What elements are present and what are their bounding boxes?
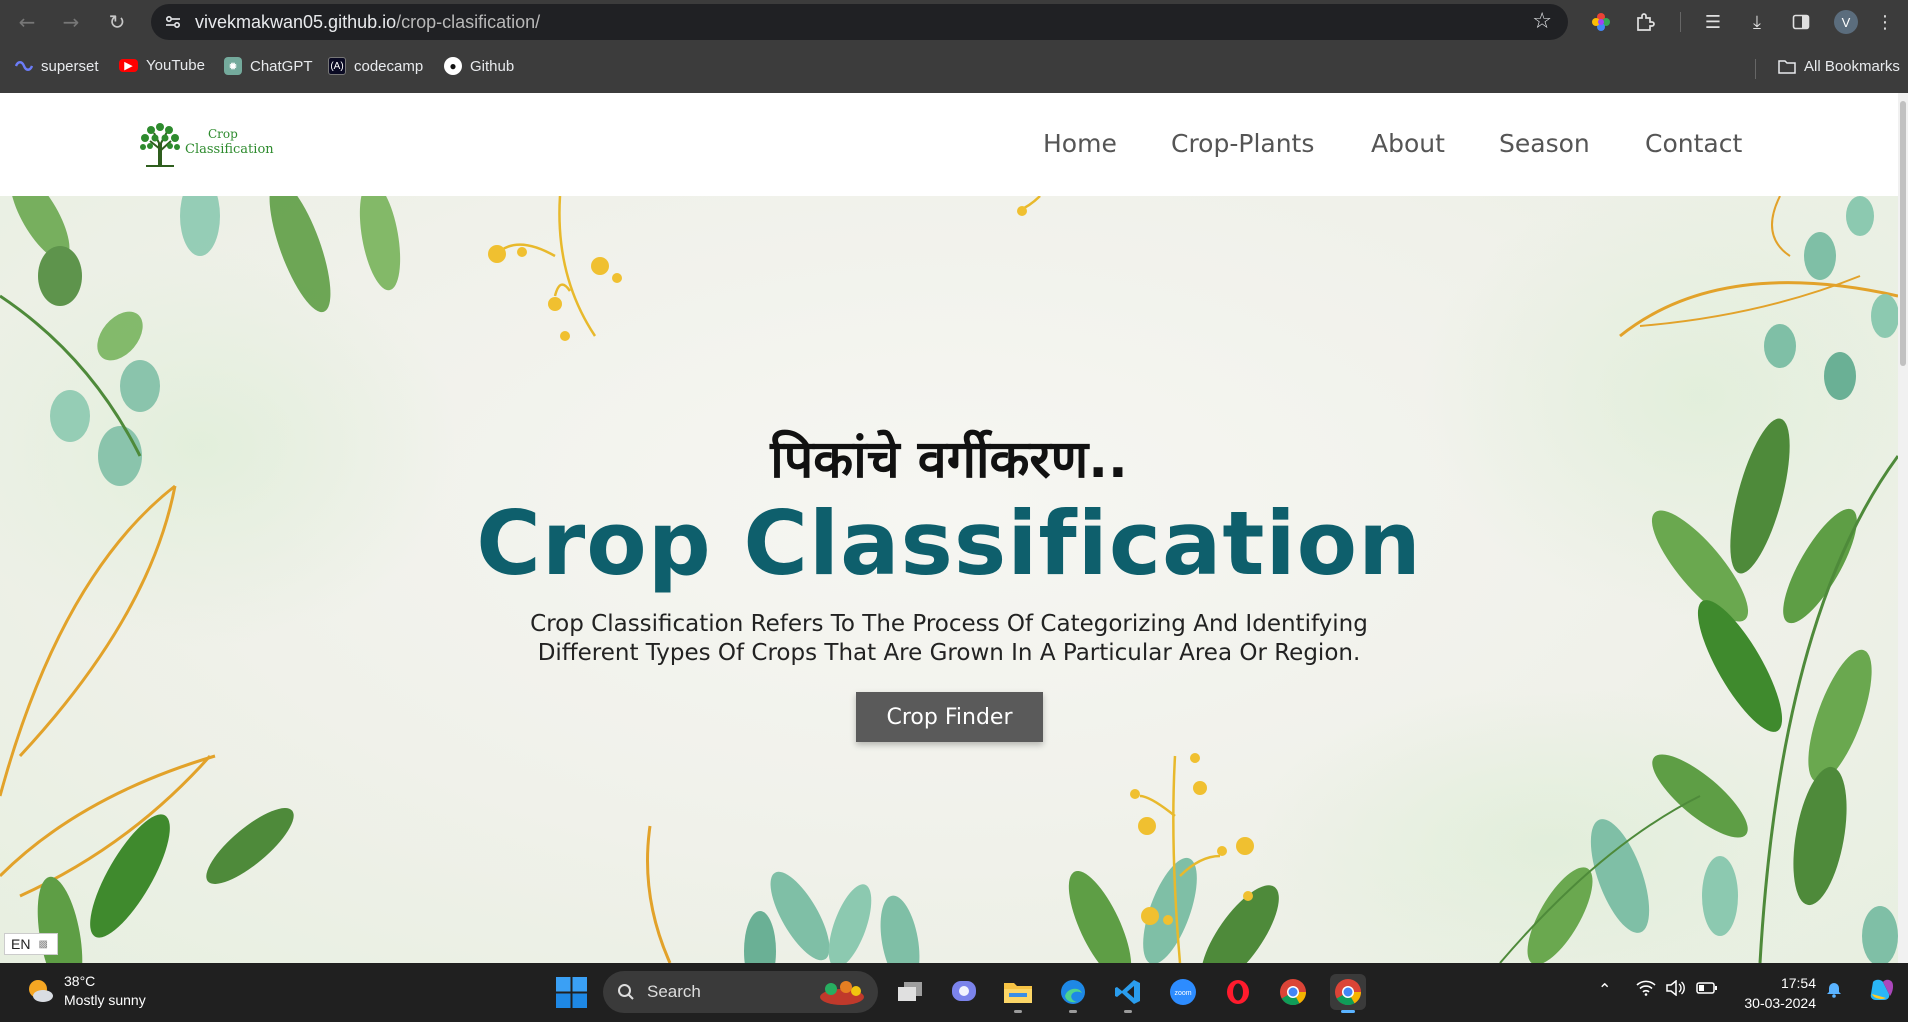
copilot-icon[interactable] <box>1868 976 1896 1008</box>
nav-season[interactable]: Season <box>1499 129 1590 158</box>
running-indicator <box>1069 1010 1077 1013</box>
nav-crop-plants[interactable]: Crop-Plants <box>1171 129 1314 158</box>
vscode-icon[interactable] <box>1110 974 1146 1013</box>
hero-description-line2: Different Types Of Crops That Are Grown … <box>537 640 1361 666</box>
site-info-icon[interactable] <box>161 10 185 34</box>
menu-kebab-icon[interactable]: ⋮ <box>1870 7 1900 37</box>
all-bookmarks-label: All Bookmarks <box>1804 57 1900 75</box>
clock-time: 17:54 <box>1780 975 1816 991</box>
bookmark-codecamp[interactable]: (A) codecamp <box>328 57 423 75</box>
web-page: Crop Classification Home Crop-Plants Abo… <box>0 93 1898 963</box>
windows-start-icon[interactable] <box>556 977 587 1008</box>
sunny-weather-icon <box>24 975 56 1007</box>
opera-icon[interactable] <box>1220 974 1256 1010</box>
bookmarks-separator <box>1755 59 1756 79</box>
chrome-active-icon[interactable] <box>1330 974 1366 1013</box>
download-icon[interactable]: ⤓ <box>1742 7 1772 37</box>
back-arrow-icon[interactable]: ← <box>12 7 42 37</box>
weather-temperature: 38°C <box>64 973 96 989</box>
keyboard-icon: ▩ <box>38 938 48 950</box>
reload-icon[interactable]: ↻ <box>102 7 132 37</box>
search-highlight-icon <box>820 981 864 1005</box>
toolbar-separator <box>1680 12 1681 32</box>
page-scrollbar[interactable] <box>1898 93 1908 963</box>
bookmark-superset[interactable]: superset <box>15 57 99 75</box>
media-queue-icon[interactable]: ☰ <box>1698 7 1728 37</box>
github-icon: ● <box>444 57 462 75</box>
bookmark-label: ChatGPT <box>250 57 313 75</box>
hero-section: पिकांचे वर्गीकरण.. Crop Classification C… <box>0 196 1898 963</box>
bookmark-youtube[interactable]: ▶ YouTube <box>119 57 205 74</box>
search-icon <box>618 984 634 1000</box>
notification-bell-icon[interactable] <box>1826 980 1842 1002</box>
weather-widget[interactable]: 38°C Mostly sunny <box>24 972 146 1010</box>
youtube-icon: ▶ <box>119 59 138 72</box>
svg-text:zoom: zoom <box>1174 990 1191 997</box>
bookmarks-bar: superset ▶ YouTube ✹ ChatGPT (A) codecam… <box>0 43 1908 93</box>
bookmark-label: Github <box>470 57 515 75</box>
system-clock[interactable]: 17:54 30-03-2024 <box>1730 973 1816 1013</box>
zoom-icon[interactable]: zoom <box>1165 974 1201 1010</box>
superset-icon <box>15 57 33 75</box>
chrome-icon[interactable] <box>1275 974 1311 1010</box>
url-text[interactable]: vivekmakwan05.github.io/crop-clasificati… <box>195 12 540 33</box>
site-logo[interactable]: Crop Classification <box>138 119 274 169</box>
hero-marathi-heading: पिकांचे वर्गीकरण.. <box>770 430 1128 490</box>
color-extension-icon[interactable] <box>1586 7 1616 37</box>
battery-icon[interactable] <box>1696 980 1718 999</box>
bookmark-label: YouTube <box>146 57 205 74</box>
hero-description-line1: Crop Classification Refers To The Proces… <box>530 611 1368 637</box>
forward-arrow-icon[interactable]: → <box>56 7 86 37</box>
bookmark-github[interactable]: ● Github <box>444 57 514 75</box>
windows-taskbar: 38°C Mostly sunny Search zoom ⌃ 17:54 30… <box>0 963 1908 1022</box>
task-view-icon[interactable] <box>892 974 928 1010</box>
show-hidden-icons-chevron-icon[interactable]: ⌃ <box>1598 980 1611 999</box>
bookmark-label: codecamp <box>354 57 424 75</box>
folder-icon <box>1778 57 1796 75</box>
teams-icon[interactable] <box>946 974 982 1010</box>
volume-icon[interactable] <box>1665 979 1685 1000</box>
edge-browser-icon[interactable] <box>1055 974 1091 1013</box>
extensions-puzzle-icon[interactable] <box>1630 7 1660 37</box>
address-bar[interactable]: vivekmakwan05.github.io/crop-clasificati… <box>151 4 1568 40</box>
ime-language-indicator[interactable]: EN ▩ <box>4 933 58 955</box>
running-indicator <box>1014 1010 1022 1013</box>
logo-text-line1: Crop <box>208 127 238 141</box>
nav-contact[interactable]: Contact <box>1645 129 1742 158</box>
logo-text-line2: Classification <box>185 142 274 157</box>
profile-avatar[interactable]: V <box>1831 7 1861 37</box>
side-panel-icon[interactable] <box>1786 7 1816 37</box>
bookmark-star-icon[interactable]: ☆ <box>1532 9 1552 34</box>
nav-home[interactable]: Home <box>1043 129 1117 158</box>
hero-description: Crop Classification Refers To The Proces… <box>449 610 1449 668</box>
url-host: vivekmakwan05.github.io <box>195 12 397 32</box>
chatgpt-icon: ✹ <box>224 57 242 75</box>
search-label: Search <box>647 982 701 1001</box>
nav-about[interactable]: About <box>1371 129 1445 158</box>
all-bookmarks[interactable]: All Bookmarks <box>1778 57 1900 75</box>
profile-initial: V <box>1834 10 1858 34</box>
bookmark-label: superset <box>41 57 99 75</box>
tree-logo-icon <box>140 123 180 167</box>
ime-language-label: EN <box>11 936 31 952</box>
url-path: /crop-clasification/ <box>396 12 541 32</box>
browser-toolbar: ← → ↻ vivekmakwan05.github.io/crop-clasi… <box>0 0 1908 43</box>
weather-description: Mostly sunny <box>64 992 146 1008</box>
file-explorer-icon[interactable] <box>1000 974 1036 1013</box>
wifi-icon[interactable] <box>1636 980 1656 1000</box>
codecamp-icon: (A) <box>328 57 346 75</box>
taskbar-search-box[interactable]: Search <box>603 971 878 1013</box>
scrollbar-thumb[interactable] <box>1900 101 1906 366</box>
clock-date: 30-03-2024 <box>1744 995 1816 1011</box>
running-indicator <box>1124 1010 1132 1013</box>
crop-finder-button[interactable]: Crop Finder <box>856 692 1043 742</box>
site-navbar: Crop Classification Home Crop-Plants Abo… <box>0 93 1898 196</box>
running-indicator <box>1341 1010 1355 1013</box>
hero-title: Crop Classification <box>476 492 1422 595</box>
bookmark-chatgpt[interactable]: ✹ ChatGPT <box>224 57 313 75</box>
